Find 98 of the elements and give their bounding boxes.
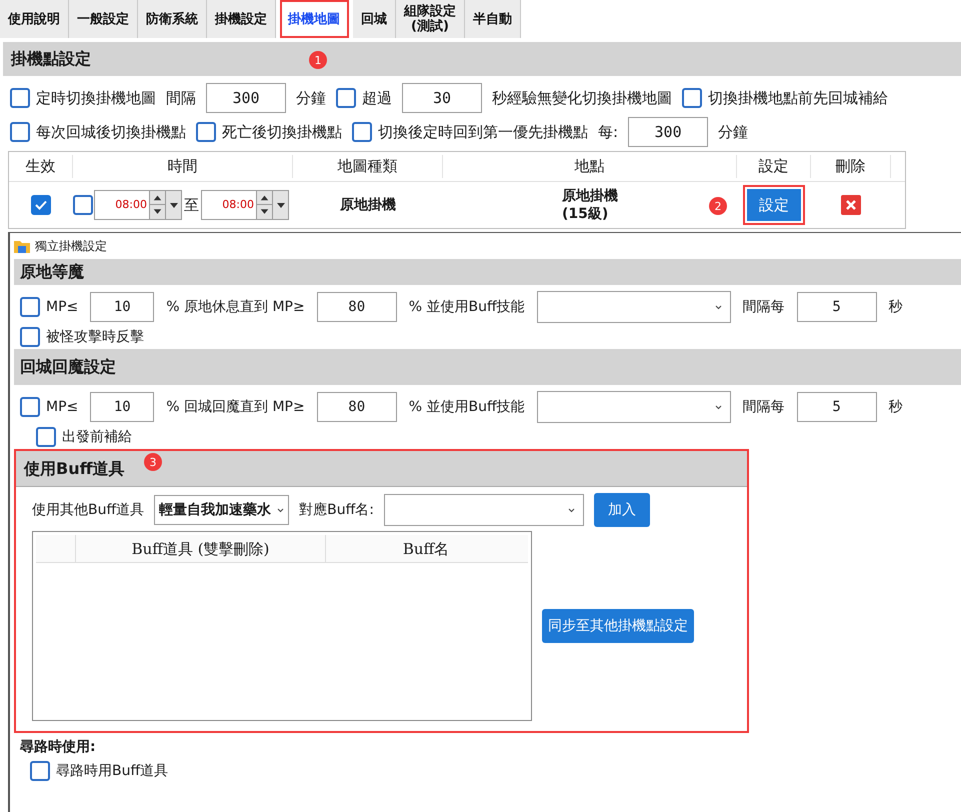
label: % 原地休息直到 MP≥ xyxy=(166,298,305,316)
dropdown-button[interactable] xyxy=(165,191,181,219)
checkbox[interactable] xyxy=(10,122,30,142)
number-field[interactable]: 10 xyxy=(90,392,154,422)
checkbox-label: 定時切換掛機地圖 xyxy=(36,88,156,109)
column-header: Buff道具 (雙擊刪除) xyxy=(76,535,326,562)
spin-buttons[interactable] xyxy=(256,191,272,219)
tab[interactable]: 掛機地圖 xyxy=(280,0,349,38)
checkbox-label: 尋路時用Buff道具 xyxy=(56,762,168,780)
label: 間隔每 xyxy=(742,398,785,416)
annotation-badge: 1 xyxy=(309,51,327,69)
checkbox[interactable] xyxy=(31,195,51,215)
number-field[interactable]: 300 xyxy=(206,83,286,113)
chevron-icon xyxy=(714,304,722,310)
checkbox-label: MP≤ xyxy=(46,298,78,316)
label: 對應Buff名: xyxy=(299,500,374,520)
column-header: 生效 xyxy=(9,155,73,178)
number-field[interactable]: 5 xyxy=(796,292,877,322)
label: 使用其他Buff道具 xyxy=(32,500,144,520)
section-title: 掛機點設定 xyxy=(11,48,91,70)
dropdown-button[interactable] xyxy=(272,191,288,219)
label: 尋路時使用: xyxy=(20,738,97,757)
tab[interactable]: 一般設定 xyxy=(69,0,138,38)
window-title: 獨立掛機設定 xyxy=(35,238,107,255)
time-field[interactable]: 08:00 xyxy=(201,190,289,220)
number-field[interactable]: 30 xyxy=(402,83,482,113)
label: 分鐘 xyxy=(296,88,326,109)
label: 每: xyxy=(598,122,618,143)
checkbox-label: MP≤ xyxy=(46,398,78,416)
dropdown[interactable] xyxy=(384,494,584,526)
delete-icon[interactable] xyxy=(841,195,861,215)
spin-buttons[interactable] xyxy=(149,191,165,219)
caret-icon xyxy=(170,202,178,208)
dropdown[interactable] xyxy=(536,291,731,323)
column-header: 刪除 xyxy=(811,155,891,178)
label: 間隔 xyxy=(166,88,196,109)
table-cell: 原地掛機 (15級) xyxy=(562,187,618,223)
checkbox[interactable] xyxy=(336,88,356,108)
column-header: 地點 xyxy=(443,155,737,178)
checkbox[interactable] xyxy=(30,761,50,781)
checkbox[interactable] xyxy=(196,122,216,142)
label: 分鐘 xyxy=(718,122,748,143)
column-header: 設定 xyxy=(737,155,811,178)
checkbox-label: 切換掛機地點前先回城補給 xyxy=(708,88,888,109)
table-cell-text: 原地掛機 xyxy=(338,196,397,214)
column-header: 時間 xyxy=(73,155,293,178)
section-title: 回城回魔設定 xyxy=(20,357,116,377)
section-title: 使用Buff道具 xyxy=(24,458,125,480)
checkbox[interactable] xyxy=(20,397,40,417)
label: % 並使用Buff技能 xyxy=(408,398,525,416)
checkbox[interactable] xyxy=(682,88,702,108)
sync-button[interactable]: 同步至其他掛機點設定 xyxy=(542,609,694,643)
checkbox-label: 死亡後切換掛機點 xyxy=(222,122,342,143)
label: 秒經驗無變化切換掛機地圖 xyxy=(492,88,672,109)
number-field[interactable]: 10 xyxy=(90,292,154,322)
checkbox[interactable] xyxy=(36,427,56,447)
column-header: Buff名 xyxy=(402,539,450,560)
checkbox-label: 每次回城後切換掛機點 xyxy=(36,122,186,143)
checkbox[interactable] xyxy=(352,122,372,142)
checkbox-label: 出發前補給 xyxy=(62,428,132,446)
label: % 並使用Buff技能 xyxy=(408,298,525,316)
settings-button[interactable]: 設定 xyxy=(747,189,801,221)
checkbox[interactable] xyxy=(20,297,40,317)
folder-icon xyxy=(14,240,30,252)
tab[interactable]: 組隊設定 (測試) xyxy=(396,0,465,38)
chevron-icon xyxy=(714,404,722,410)
number-field[interactable]: 80 xyxy=(316,392,397,422)
tab[interactable]: 防衛系統 xyxy=(138,0,207,38)
label: % 回城回魔直到 MP≥ xyxy=(166,398,305,416)
number-field[interactable]: 80 xyxy=(316,292,397,322)
label: 秒 xyxy=(888,398,903,416)
tab[interactable]: 回城 xyxy=(353,0,396,38)
checkbox-label: 被怪攻擊時反擊 xyxy=(46,328,144,346)
number-field[interactable]: 300 xyxy=(628,117,708,147)
time-field[interactable]: 08:00 xyxy=(94,190,182,220)
checkbox-label: 切換後定時回到第一優先掛機點 xyxy=(378,122,588,143)
add-button[interactable]: 加入 xyxy=(594,493,650,527)
chevron-icon xyxy=(568,508,575,512)
check-icon xyxy=(35,200,47,210)
tab[interactable]: 掛機設定 xyxy=(207,0,276,38)
annotation-badge: 2 xyxy=(709,197,727,215)
label: 至 xyxy=(183,194,200,216)
label: 秒 xyxy=(888,298,903,316)
caret-icon xyxy=(276,202,284,208)
checkbox-label: 超過 xyxy=(362,88,392,109)
tab[interactable]: 半自動 xyxy=(465,0,521,38)
dropdown[interactable]: 輕量自我加速藥水 xyxy=(154,495,290,525)
dropdown[interactable] xyxy=(536,391,731,423)
section-title: 原地等魔 xyxy=(20,262,84,282)
number-field[interactable]: 5 xyxy=(796,392,877,422)
tab[interactable]: 使用說明 xyxy=(0,0,69,38)
checkbox[interactable] xyxy=(10,88,30,108)
annotation-badge: 3 xyxy=(144,453,162,471)
chevron-icon xyxy=(277,508,284,512)
checkbox[interactable] xyxy=(73,195,93,215)
column-header: 地圖種類 xyxy=(293,155,443,178)
checkbox[interactable] xyxy=(20,327,40,347)
label: 間隔每 xyxy=(742,298,785,316)
